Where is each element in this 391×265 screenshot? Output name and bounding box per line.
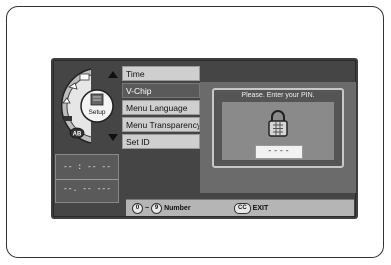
menu-item-menu-language[interactable]: Menu Language [122, 100, 200, 115]
exit-hint: CC EXIT [234, 203, 268, 214]
setup-label: Setup [89, 109, 106, 116]
menu-item-v-chip[interactable]: V-Chip [122, 83, 200, 98]
pin-dialog-body: ---- [222, 102, 334, 160]
status-divider [56, 179, 118, 180]
status-box: -- : -- -- --. -- --- [55, 154, 119, 203]
number-hint: 0 ~ 9 Number [132, 203, 191, 214]
setup-icon [90, 93, 104, 106]
status-time: -- : -- -- [62, 163, 111, 172]
menu-item-time[interactable]: Time [122, 66, 200, 81]
help-bar: 0 ~ 9 Number CC EXIT [126, 199, 354, 216]
menu-item-set-id[interactable]: Set ID [122, 134, 200, 149]
tilde-label: ~ [145, 205, 150, 212]
menu-item-label: V-Chip [126, 86, 152, 96]
ab-badge-label: AB [73, 132, 82, 138]
channel-icon[interactable] [64, 116, 72, 121]
menu-item-label: Set ID [126, 137, 150, 147]
setup-menu: Time V-Chip Menu Language Menu Transpare… [122, 66, 200, 151]
arrow-up-icon[interactable] [108, 71, 118, 78]
key-9-icon: 9 [151, 203, 163, 214]
lock-icon [268, 110, 288, 137]
pin-input[interactable]: ---- [255, 145, 303, 159]
status-date: --. -- --- [62, 185, 111, 194]
cc-key-icon: CC [234, 203, 251, 214]
key-0-icon: 0 [132, 203, 143, 214]
pin-dialog-title: Please. Enter your PIN. [241, 92, 315, 99]
pin-dialog: Please. Enter your PIN. ---- [212, 88, 344, 168]
menu-item-label: Time [126, 69, 145, 79]
exit-label: EXIT [252, 205, 269, 212]
mode-wheel: Setup AB [60, 68, 118, 144]
screen-icon[interactable] [79, 73, 90, 81]
menu-item-label: Menu Language [126, 103, 188, 113]
menu-item-menu-transparency[interactable]: Menu Transparency [122, 117, 200, 132]
number-label: Number [164, 205, 191, 212]
arrow-down-icon[interactable] [108, 134, 118, 141]
menu-item-label: Menu Transparency [126, 120, 200, 130]
